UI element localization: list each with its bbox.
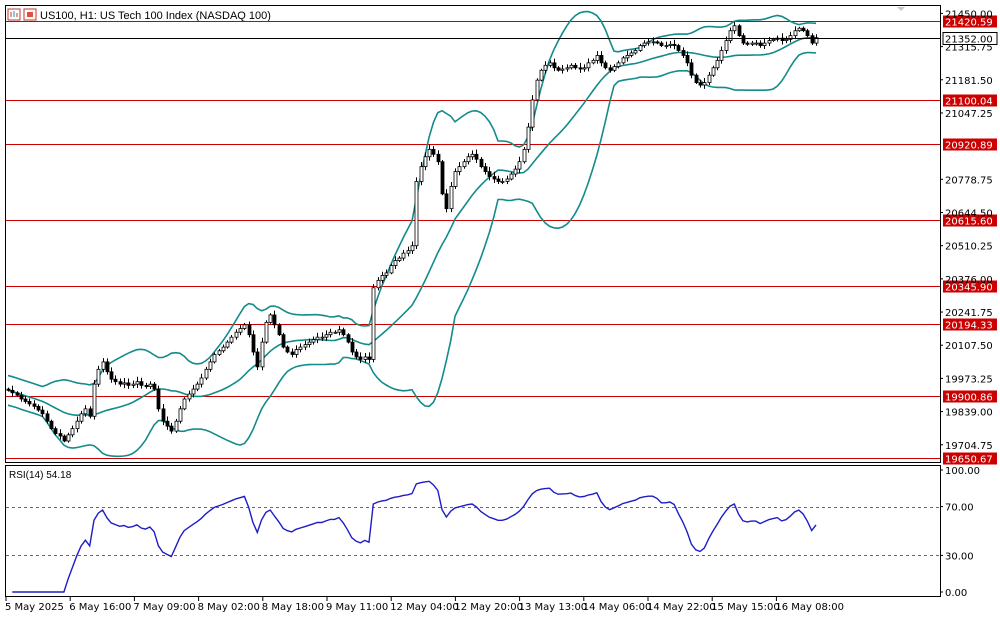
x-tick-label: 5 May 2025: [5, 602, 64, 613]
candle: [389, 263, 394, 275]
candle: [526, 122, 531, 153]
y-tick-label: 20241.75: [945, 308, 993, 319]
x-tick-label: 12 May 20:00: [454, 602, 523, 613]
candle: [92, 380, 97, 420]
candle: [440, 159, 445, 196]
level-tag-label: 20920.89: [945, 141, 993, 152]
candle: [178, 405, 183, 424]
x-tick-label: 12 May 04:00: [390, 602, 459, 613]
candle: [212, 352, 217, 364]
rsi-label: RSI(14) 54.18: [9, 470, 72, 481]
candle: [62, 434, 67, 443]
candle: [453, 168, 458, 189]
x-tick-label: 14 May 22:00: [647, 602, 716, 613]
candle: [174, 418, 179, 433]
level-tag-label: 21100.04: [945, 97, 993, 108]
y-tick-label: 20644.50: [945, 208, 993, 219]
x-tick-label: 8 May 18:00: [262, 602, 324, 613]
candle: [260, 337, 265, 371]
candle: [49, 419, 54, 430]
candle: [694, 73, 699, 85]
candle: [535, 78, 540, 102]
chart-header: US100, H1: US Tech 100 Index (NASDAQ 100…: [7, 8, 271, 22]
y-tick-label: 19704.75: [945, 441, 993, 452]
candle: [264, 320, 269, 344]
current-price-label: 21352.00: [945, 35, 993, 46]
level-tag-label: 19900.86: [945, 393, 993, 404]
y-tick-label: 21450.00: [945, 9, 993, 20]
candle: [156, 385, 161, 412]
level-tag-label: 19650.67: [945, 455, 993, 466]
candle: [522, 146, 527, 164]
y-tick-label: 20778.75: [945, 175, 993, 186]
chart-title: US100, H1: US Tech 100 Index (NASDAQ 100…: [40, 10, 271, 22]
candle: [281, 332, 286, 349]
candle: [530, 95, 535, 131]
x-tick-label: 9 May 11:00: [326, 602, 388, 613]
x-tick-label: 8 May 02:00: [198, 602, 260, 613]
candle: [182, 397, 187, 411]
y-tick-label: 19973.25: [945, 374, 993, 385]
x-tick-label: 13 May 13:00: [519, 602, 588, 613]
y-tick-label: 19839.00: [945, 408, 993, 419]
y-tick-label: 20107.50: [945, 341, 993, 352]
symbol-icon[interactable]: [23, 8, 37, 21]
candle: [414, 177, 419, 250]
candle: [449, 182, 454, 213]
rsi-tick-label: 0.00: [945, 588, 967, 599]
chart-icon[interactable]: [7, 8, 21, 21]
y-tick-label: 20376.00: [945, 275, 993, 286]
rsi-tick-label: 100.00: [945, 466, 980, 477]
x-tick-label: 7 May 09:00: [133, 602, 195, 613]
price-chart[interactable]: US100, H1: US Tech 100 Index (NASDAQ 100…: [0, 0, 1000, 620]
rsi-tick-label: 30.00: [945, 551, 974, 562]
y-tick-label: 20510.25: [945, 242, 993, 253]
candle: [277, 323, 282, 336]
y-tick-label: 21181.50: [945, 76, 993, 87]
candle: [96, 365, 101, 387]
x-tick-label: 16 May 08:00: [775, 602, 844, 613]
candle: [346, 333, 351, 344]
candle: [737, 24, 742, 37]
rsi-tick-label: 70.00: [945, 503, 974, 514]
level-tag-label: 20194.33: [945, 321, 993, 332]
candle: [268, 313, 273, 324]
x-tick-label: 14 May 06:00: [583, 602, 652, 613]
candle: [539, 68, 544, 82]
x-tick-label: 6 May 16:00: [69, 602, 131, 613]
x-tick-label: 15 May 15:00: [711, 602, 780, 613]
y-tick-label: 21047.25: [945, 109, 993, 120]
candle: [371, 284, 376, 363]
